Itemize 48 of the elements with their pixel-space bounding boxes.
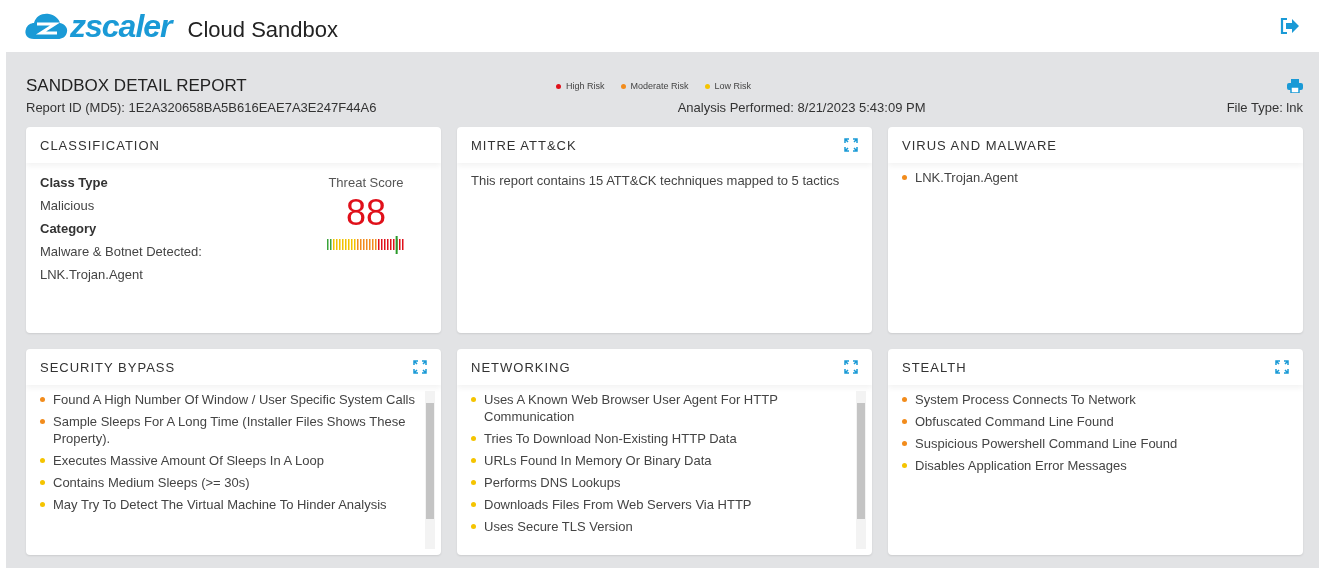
report-title: SANDBOX DETAIL REPORT — [26, 76, 248, 96]
card-title: NETWORKING — [471, 359, 571, 375]
report-id: Report ID (MD5): 1E2A320658BA5B616EAE7A3E247F44A6 — [26, 100, 377, 115]
legend-label: Moderate Risk — [630, 81, 689, 91]
finding-text: LNK.Trojan.Agent — [915, 169, 1018, 186]
field-label: Class Type — [40, 175, 109, 190]
finding-text: Disables Application Error Messages — [915, 457, 1127, 474]
finding-text: Uses Secure TLS Version — [484, 518, 633, 535]
card-title: VIRUS AND MALWARE — [902, 137, 1057, 153]
finding-text: URLs Found In Memory Or Binary Data — [484, 452, 712, 469]
finding-text: Executes Massive Amount Of Sleeps In A Loop — [53, 452, 324, 469]
legend-label: High Risk — [566, 81, 605, 91]
field-value: LNK.Trojan.Agent — [40, 267, 144, 282]
field-value: Malicious — [40, 198, 96, 213]
card-title: MITRE ATT&CK — [471, 137, 577, 153]
expand-button[interactable] — [844, 360, 858, 374]
expand-button[interactable] — [1275, 360, 1289, 374]
file-type: File Type: lnk — [1226, 100, 1303, 115]
field-label: Category — [40, 221, 98, 236]
finding-text: Tries To Download Non-Existing HTTP Data — [484, 430, 737, 447]
finding-text: Downloads Files From Web Servers Via HTTP — [484, 496, 752, 513]
card-title: SECURITY BYPASS — [40, 359, 176, 375]
scrollbar[interactable] — [425, 391, 435, 549]
scrollbar[interactable] — [856, 391, 866, 549]
finding-text: System Process Connects To Network — [915, 391, 1136, 408]
finding-text: Suspicious Powershell Command Line Found — [915, 435, 1178, 452]
expand-button[interactable] — [413, 360, 427, 374]
card-text: This report contains 15 ATT&CK techniques mapped to 5 tactics — [471, 173, 840, 190]
finding-text: Performs DNS Lookups — [484, 474, 621, 491]
print-button[interactable] — [1287, 79, 1303, 93]
logo-wordmark: zscaler — [70, 7, 172, 45]
finding-text: Sample Sleeps For A Long Time (Installer Files Shows These Property). — [53, 413, 407, 447]
sign-out-button[interactable] — [1279, 17, 1299, 35]
score-label: Threat Score — [328, 175, 404, 190]
analysis-time: Analysis Performed: 8/21/2023 5:43:09 PM — [677, 100, 926, 115]
field-value: Malware & Botnet Detected: — [40, 244, 202, 259]
legend-label: Low Risk — [714, 81, 752, 91]
threat-score: 88 — [345, 192, 386, 234]
expand-button[interactable] — [844, 138, 858, 152]
card-title: STEALTH — [902, 359, 967, 375]
finding-text: Obfuscated Command Line Found — [915, 413, 1114, 430]
finding-text: Uses A Known Web Browser User Agent For HTTP Communication — [484, 391, 779, 425]
card-title: CLASSIFICATION — [40, 137, 160, 153]
finding-text: Found A High Number Of Window / User Specific System Calls — [53, 391, 415, 408]
finding-text: May Try To Detect The Virtual Machine To Hinder Analysis — [53, 496, 387, 513]
app-title: Cloud Sandbox — [187, 17, 339, 43]
cloud-logo-icon — [24, 11, 68, 41]
finding-text: Contains Medium Sleeps (>= 30s) — [53, 474, 250, 491]
